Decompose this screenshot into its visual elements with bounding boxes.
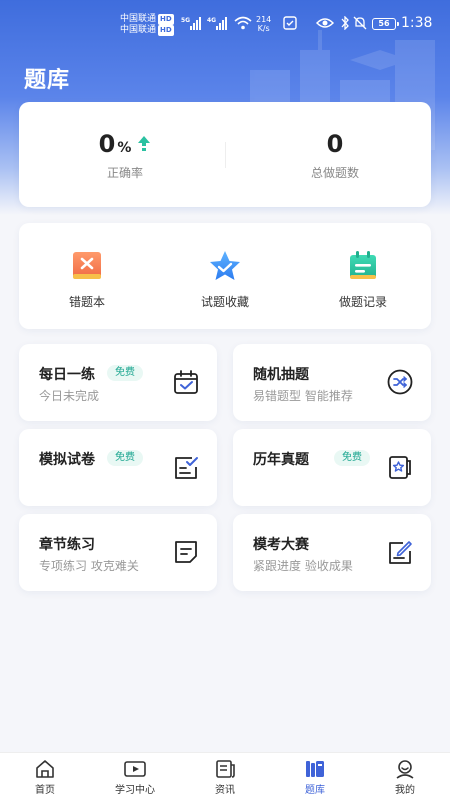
free-badge: 免费: [107, 365, 143, 381]
total-stat: 0 总做题数: [245, 130, 425, 181]
quick-action-favorites[interactable]: 试题收藏: [165, 249, 285, 310]
tile-subtitle: 易错题型 智能推荐: [253, 389, 353, 403]
tab-label: 题库: [305, 785, 325, 796]
accuracy-stat: 0 % 正确率: [35, 130, 215, 181]
accuracy-label: 正确率: [106, 166, 143, 180]
tile-past-papers[interactable]: 历年真题 免费: [233, 429, 431, 506]
network-speed: 214 K/s: [256, 15, 271, 33]
free-badge: 免费: [334, 450, 370, 466]
quick-actions-card: 错题本 试题收藏 做题记录: [19, 223, 431, 329]
question-bank-icon: [306, 761, 324, 777]
bottom-tab-bar: 首页 学习中心 资讯 题库 我的: [0, 752, 450, 800]
total-value: 0: [326, 130, 344, 158]
quick-action-record[interactable]: 做题记录: [303, 249, 423, 310]
quick-action-label: 做题记录: [338, 295, 387, 309]
stats-divider: [225, 142, 226, 168]
tab-profile[interactable]: 我的: [360, 753, 450, 800]
wifi-icon: [234, 16, 252, 30]
tile-title: 章节练习: [39, 537, 95, 553]
star-favorite-icon: [210, 251, 240, 280]
news-icon: [216, 760, 235, 778]
signal-icon-2: [216, 16, 227, 30]
past-paper-icon: [389, 456, 411, 479]
profile-icon: [396, 760, 414, 779]
tab-news[interactable]: 资讯: [180, 753, 270, 800]
stats-card: 0 % 正确率 0 总做题数: [19, 102, 431, 207]
tile-mock-exam[interactable]: 模拟试卷 免费: [19, 429, 217, 506]
tile-subtitle: 专项练习 攻克难关: [39, 559, 139, 573]
quick-action-label: 试题收藏: [200, 295, 249, 309]
status-bar: 中国联通 HD 中国联通 HD 5G 4G 214 K/s 56 1:38: [0, 0, 450, 50]
carrier-1: 中国联通: [120, 14, 157, 24]
eye-icon: [316, 18, 334, 28]
calendar-check-icon: [174, 370, 198, 394]
network-type-2: 4G: [207, 17, 217, 24]
total-label: 总做题数: [310, 166, 359, 180]
speed-value: 214: [256, 15, 272, 24]
tile-chapter-practice[interactable]: 章节练习 专项练习 攻克难关: [19, 514, 217, 591]
hd-badge-2: HD: [158, 25, 174, 36]
tab-question-bank[interactable]: 题库: [270, 753, 360, 800]
hd-badge: HD: [158, 14, 174, 25]
tile-title: 每日一练: [39, 367, 95, 383]
tile-random-questions[interactable]: 随机抽题 易错题型 智能推荐: [233, 344, 431, 421]
accuracy-unit: %: [117, 140, 132, 156]
exam-paper-icon: [175, 457, 198, 479]
tile-daily-practice[interactable]: 每日一练 免费 今日未完成: [19, 344, 217, 421]
tile-subtitle: 紧跟进度 验收成果: [253, 559, 353, 573]
video-play-icon: [124, 761, 146, 777]
page-title: 题库: [24, 68, 71, 93]
carrier-info: 中国联通 HD 中国联通 HD: [120, 14, 174, 36]
wrong-book-icon: [73, 252, 101, 279]
mute-bell-icon: [353, 16, 367, 30]
arrow-up-icon: [138, 136, 151, 151]
shuffle-icon: [387, 369, 413, 395]
contest-edit-icon: [389, 541, 412, 564]
tab-label: 学习中心: [115, 785, 155, 796]
tile-title: 模拟试卷: [39, 452, 95, 468]
tile-title: 模考大赛: [253, 537, 309, 553]
signal-icon: [190, 16, 201, 30]
chapter-note-icon: [175, 541, 197, 563]
quick-action-wrong-book[interactable]: 错题本: [27, 249, 147, 310]
tab-learning-center[interactable]: 学习中心: [90, 753, 180, 800]
calendar-record-icon: [350, 251, 376, 279]
free-badge: 免费: [107, 450, 143, 466]
carrier-2: 中国联通: [120, 25, 157, 35]
battery-icon: 56: [372, 18, 399, 30]
home-icon: [36, 760, 54, 778]
network-type-1: 5G: [181, 17, 191, 24]
tab-label: 我的: [395, 785, 415, 796]
tile-title: 随机抽题: [253, 367, 309, 383]
accuracy-value: 0: [98, 130, 116, 158]
tile-mock-contest[interactable]: 模考大赛 紧跟进度 验收成果: [233, 514, 431, 591]
clock: 1:38: [401, 15, 433, 31]
quick-action-label: 错题本: [68, 295, 105, 309]
notification-icon: [283, 16, 297, 30]
tab-label: 首页: [35, 785, 55, 796]
speed-unit: K/s: [257, 24, 270, 33]
bluetooth-icon: [341, 16, 349, 30]
tile-subtitle: 今日未完成: [39, 389, 100, 403]
tile-title: 历年真题: [253, 452, 309, 468]
tab-label: 资讯: [215, 785, 235, 796]
tab-home[interactable]: 首页: [0, 753, 90, 800]
